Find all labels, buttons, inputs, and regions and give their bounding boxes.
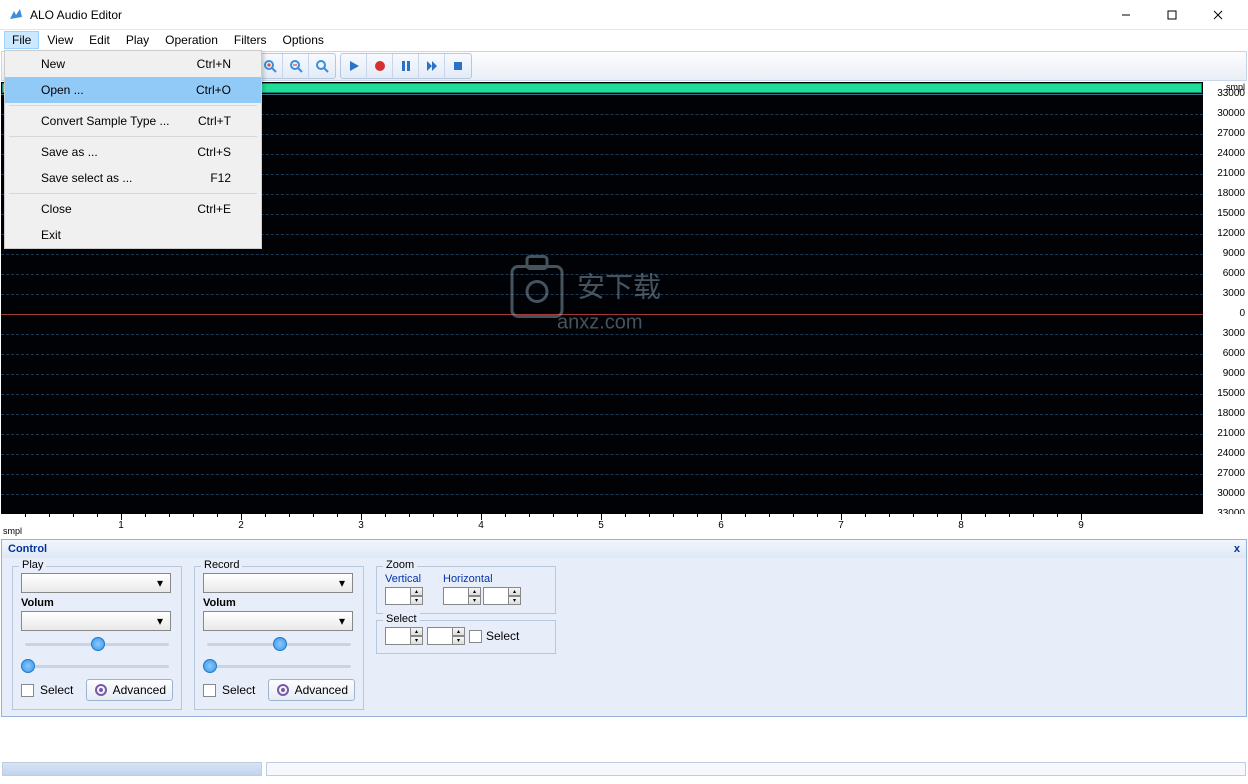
play-icon[interactable] <box>341 54 367 78</box>
play-volume-label: Volum <box>21 597 173 609</box>
zoom-horizontal-label: Horizontal <box>443 573 521 585</box>
file-menu-item[interactable]: Convert Sample Type ...Ctrl+T <box>5 108 261 134</box>
titlebar: ALO Audio Editor <box>0 0 1248 30</box>
record-select-label: Select <box>222 683 255 697</box>
statusbar <box>2 762 1246 782</box>
amplitude-ruler: smpl 33000300002700024000210001800015000… <box>1203 82 1247 514</box>
play-slider-2[interactable] <box>21 657 173 675</box>
zoom-out-icon[interactable] <box>283 54 309 78</box>
control-close-button[interactable]: x <box>1234 543 1240 555</box>
record-group: Record ▾ Volum ▾ Select Advanced <box>194 566 364 710</box>
time-unit: smpl <box>3 526 22 536</box>
gear-icon <box>275 682 291 698</box>
file-menu-item[interactable]: Save select as ...F12 <box>5 165 261 191</box>
record-slider-2[interactable] <box>203 657 355 675</box>
menubar: File View Edit Play Operation Filters Op… <box>0 30 1248 50</box>
app-icon <box>8 7 24 23</box>
gear-icon <box>93 682 109 698</box>
record-volume-label: Volum <box>203 597 355 609</box>
zoom-v-spin[interactable]: ▴▾ <box>385 587 423 605</box>
maximize-button[interactable] <box>1158 5 1186 25</box>
menu-view[interactable]: View <box>39 31 81 49</box>
chevron-down-icon: ▾ <box>334 575 350 591</box>
pause-icon[interactable] <box>393 54 419 78</box>
file-menu-item[interactable]: CloseCtrl+E <box>5 196 261 222</box>
file-menu-item[interactable]: Open ...Ctrl+O <box>5 77 261 103</box>
play-advanced-button[interactable]: Advanced <box>86 679 173 701</box>
select-label: Select <box>486 629 519 643</box>
record-slider-1[interactable] <box>203 635 355 653</box>
select-checkbox[interactable] <box>469 630 482 643</box>
zoom-h-spin1[interactable]: ▴▾ <box>443 587 481 605</box>
play-device-combo[interactable]: ▾ <box>21 573 171 593</box>
play-slider-1[interactable] <box>21 635 173 653</box>
zoom-vertical-label: Vertical <box>385 573 423 585</box>
close-button[interactable] <box>1204 5 1232 25</box>
select-spin1[interactable]: ▴▾ <box>385 627 423 645</box>
time-ruler: 123456789 smpl <box>1 514 1247 538</box>
play-select-label: Select <box>40 683 73 697</box>
record-icon[interactable] <box>367 54 393 78</box>
control-panel: Control x Play ▾ Volum ▾ Select Advanced… <box>1 539 1247 717</box>
record-title: Record <box>201 559 242 571</box>
select-spin2[interactable]: ▴▾ <box>427 627 465 645</box>
select-title: Select <box>383 613 420 625</box>
play-title: Play <box>19 559 46 571</box>
control-title: Control <box>8 543 47 555</box>
play-select-checkbox[interactable] <box>21 684 34 697</box>
svg-text:anxz.com: anxz.com <box>557 312 643 334</box>
zoom-title: Zoom <box>383 559 417 571</box>
record-advanced-button[interactable]: Advanced <box>268 679 355 701</box>
menu-filters[interactable]: Filters <box>226 31 275 49</box>
svg-text:安下载: 安下载 <box>577 272 661 303</box>
chevron-down-icon: ▾ <box>152 575 168 591</box>
file-menu-item[interactable]: NewCtrl+N <box>5 51 261 77</box>
progress-cell <box>2 762 262 776</box>
record-select-checkbox[interactable] <box>203 684 216 697</box>
file-menu-item[interactable]: Exit <box>5 222 261 248</box>
play-group: Play ▾ Volum ▾ Select Advanced <box>12 566 182 710</box>
chevron-down-icon: ▾ <box>152 613 168 629</box>
chevron-down-icon: ▾ <box>334 613 350 629</box>
file-menu-dropdown: NewCtrl+NOpen ...Ctrl+O Convert Sample Ty… <box>4 50 262 249</box>
forward-icon[interactable] <box>419 54 445 78</box>
menu-options[interactable]: Options <box>275 31 332 49</box>
app-title: ALO Audio Editor <box>30 8 1112 22</box>
zoom-group: Zoom Vertical ▴▾ Horizontal ▴▾ ▴▾ <box>376 566 556 614</box>
watermark: 安下载 anxz.com <box>502 247 702 350</box>
zoom-fit-icon[interactable] <box>309 54 335 78</box>
record-device-combo[interactable]: ▾ <box>203 573 353 593</box>
menu-file[interactable]: File <box>4 31 39 49</box>
record-volume-combo[interactable]: ▾ <box>203 611 353 631</box>
minimize-button[interactable] <box>1112 5 1140 25</box>
stop-icon[interactable] <box>445 54 471 78</box>
menu-operation[interactable]: Operation <box>157 31 226 49</box>
select-group: Select ▴▾ ▴▾ Select <box>376 620 556 654</box>
play-volume-combo[interactable]: ▾ <box>21 611 171 631</box>
file-menu-item[interactable]: Save as ...Ctrl+S <box>5 139 261 165</box>
menu-play[interactable]: Play <box>118 31 157 49</box>
menu-edit[interactable]: Edit <box>81 31 118 49</box>
zoom-h-spin2[interactable]: ▴▾ <box>483 587 521 605</box>
status-cell <box>266 762 1246 776</box>
